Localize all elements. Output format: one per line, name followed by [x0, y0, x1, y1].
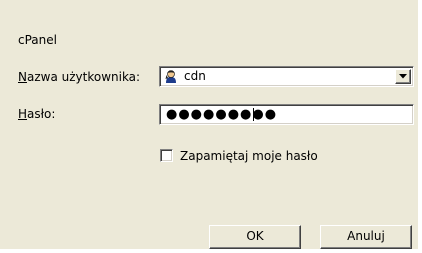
ok-button[interactable]: OK [209, 225, 301, 249]
username-dropdown-button[interactable] [395, 69, 411, 84]
password-field[interactable]: ●●●●●●●●● [159, 104, 414, 125]
username-label-text: azwa użytkownika: [26, 70, 141, 84]
remember-password-checkbox[interactable] [160, 149, 173, 162]
password-masked-value: ●●●●●●●●● [166, 107, 278, 122]
remember-password-label[interactable]: Zapamiętaj moje hasło [180, 148, 318, 164]
user-icon [164, 69, 178, 84]
cancel-button[interactable]: Anuluj [320, 225, 412, 249]
chevron-down-icon [399, 74, 407, 79]
password-label-text: asło: [27, 107, 56, 121]
username-combobox[interactable]: cdn [159, 66, 414, 87]
username-label-accelerator: N [18, 70, 27, 84]
dialog-edge-bottom [0, 249, 422, 253]
username-label: Nazwa użytkownika: [18, 70, 140, 84]
text-caret [253, 108, 254, 121]
username-value: cdn [184, 69, 206, 83]
login-dialog: cPanel Nazwa użytkownika: cdn Hasło: ●●●… [0, 0, 422, 253]
dialog-edge-right [418, 0, 422, 253]
realm-title: cPanel [18, 33, 57, 47]
password-label-accelerator: H [18, 107, 28, 121]
password-label: Hasło: [18, 107, 55, 121]
